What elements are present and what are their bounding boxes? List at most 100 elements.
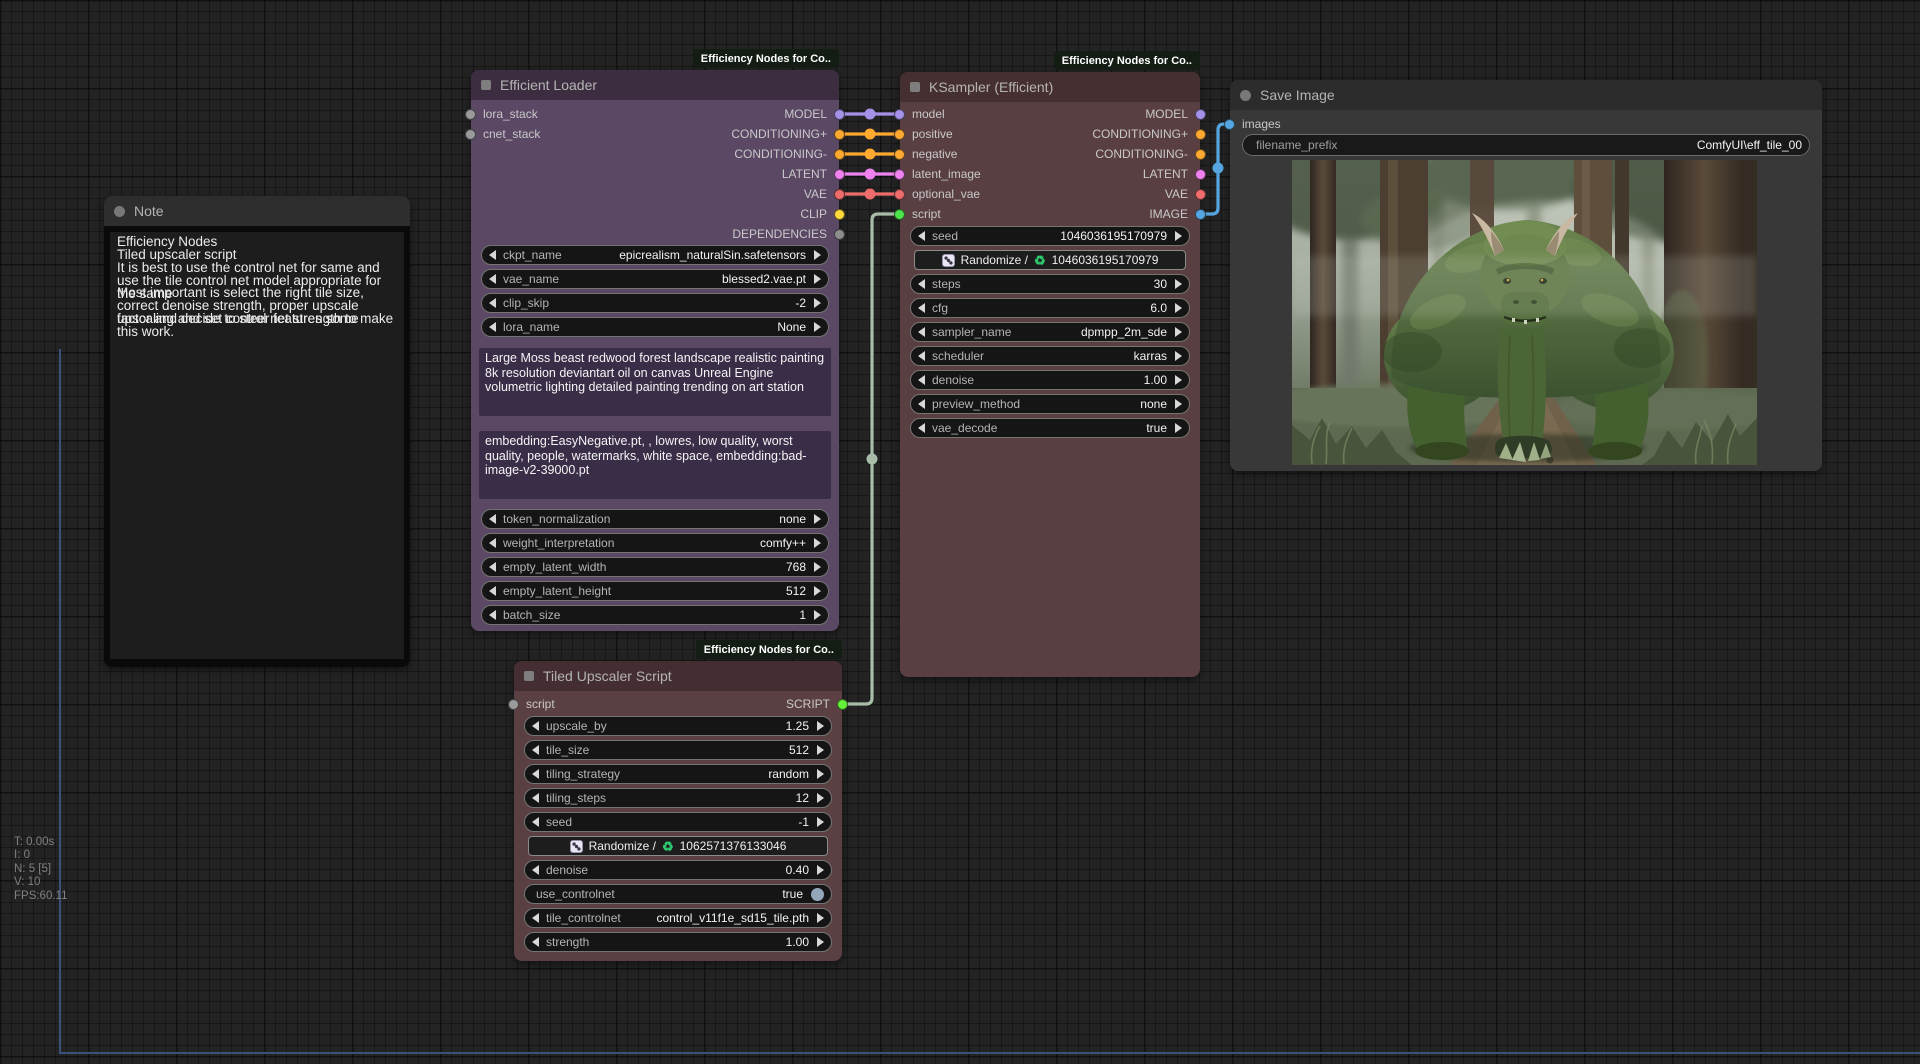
widget-seed[interactable]: seed-1 (524, 812, 832, 832)
widget-steps[interactable]: steps30 (910, 274, 1190, 294)
decrement-arrow-icon[interactable] (532, 937, 539, 947)
increment-arrow-icon[interactable] (1175, 351, 1182, 361)
decrement-arrow-icon[interactable] (918, 279, 925, 289)
widget-empty_latent_width[interactable]: empty_latent_width768 (481, 557, 829, 577)
toggle-knob[interactable] (811, 888, 824, 901)
collapse-square-icon[interactable] (524, 671, 534, 681)
increment-arrow-icon[interactable] (817, 865, 824, 875)
input-port-dot[interactable] (894, 169, 905, 180)
decrement-arrow-icon[interactable] (489, 250, 496, 260)
node-titlebar[interactable]: KSampler (Efficient) (900, 72, 1200, 102)
decrement-arrow-icon[interactable] (489, 514, 496, 524)
collapse-square-icon[interactable] (481, 80, 491, 90)
decrement-arrow-icon[interactable] (532, 745, 539, 755)
decrement-arrow-icon[interactable] (532, 721, 539, 731)
widget-lora_name[interactable]: lora_nameNone (481, 317, 829, 337)
decrement-arrow-icon[interactable] (918, 351, 925, 361)
increment-arrow-icon[interactable] (1175, 231, 1182, 241)
increment-arrow-icon[interactable] (817, 769, 824, 779)
widget-sampler_name[interactable]: sampler_namedpmpp_2m_sde (910, 322, 1190, 342)
increment-arrow-icon[interactable] (814, 562, 821, 572)
widget-clip_skip[interactable]: clip_skip-2 (481, 293, 829, 313)
increment-arrow-icon[interactable] (814, 514, 821, 524)
widget-upscale_by[interactable]: upscale_by1.25 (524, 716, 832, 736)
input-port-dot[interactable] (894, 189, 905, 200)
increment-arrow-icon[interactable] (814, 586, 821, 596)
increment-arrow-icon[interactable] (814, 538, 821, 548)
randomize-button[interactable]: Randomize /♻1062571376133046 (528, 836, 828, 856)
widget-batch_size[interactable]: batch_size1 (481, 605, 829, 625)
widget-weight_interpretation[interactable]: weight_interpretationcomfy++ (481, 533, 829, 553)
decrement-arrow-icon[interactable] (918, 231, 925, 241)
decrement-arrow-icon[interactable] (489, 298, 496, 308)
decrement-arrow-icon[interactable] (918, 327, 925, 337)
widget-scheduler[interactable]: schedulerkarras (910, 346, 1190, 366)
decrement-arrow-icon[interactable] (532, 865, 539, 875)
output-port-dot[interactable] (1195, 149, 1206, 160)
widget-filename_prefix[interactable]: filename_prefixComfyUI\eff_tile_00 (1242, 134, 1810, 156)
widget-denoise[interactable]: denoise0.40 (524, 860, 832, 880)
widget-seed[interactable]: seed1046036195170979 (910, 226, 1190, 246)
widget-tiling_strategy[interactable]: tiling_strategyrandom (524, 764, 832, 784)
output-port-dot[interactable] (834, 229, 845, 240)
increment-arrow-icon[interactable] (1175, 279, 1182, 289)
increment-arrow-icon[interactable] (1175, 423, 1182, 433)
input-port-dot[interactable] (894, 129, 905, 140)
output-port-dot[interactable] (1195, 169, 1206, 180)
widget-use_controlnet[interactable]: use_controlnettrue (524, 884, 832, 904)
output-port-dot[interactable] (1195, 189, 1206, 200)
widget-token_normalization[interactable]: token_normalizationnone (481, 509, 829, 529)
output-port-dot[interactable] (834, 169, 845, 180)
input-port-dot[interactable] (1224, 119, 1235, 130)
node-titlebar[interactable]: Save Image (1230, 80, 1822, 110)
increment-arrow-icon[interactable] (817, 745, 824, 755)
widget-vae_name[interactable]: vae_nameblessed2.vae.pt (481, 269, 829, 289)
increment-arrow-icon[interactable] (1175, 303, 1182, 313)
decrement-arrow-icon[interactable] (532, 817, 539, 827)
increment-arrow-icon[interactable] (1175, 399, 1182, 409)
decrement-arrow-icon[interactable] (918, 303, 925, 313)
decrement-arrow-icon[interactable] (489, 586, 496, 596)
widget-vae_decode[interactable]: vae_decodetrue (910, 418, 1190, 438)
widget-preview_method[interactable]: preview_methodnone (910, 394, 1190, 414)
decrement-arrow-icon[interactable] (489, 322, 496, 332)
increment-arrow-icon[interactable] (814, 610, 821, 620)
note-text-area[interactable]: Efficiency Nodes Tiled upscaler script I… (110, 232, 404, 659)
widget-tile_size[interactable]: tile_size512 (524, 740, 832, 760)
output-port-dot[interactable] (834, 149, 845, 160)
increment-arrow-icon[interactable] (817, 937, 824, 947)
increment-arrow-icon[interactable] (817, 793, 824, 803)
collapse-circle-icon[interactable] (114, 206, 125, 217)
randomize-button[interactable]: Randomize /♻1046036195170979 (914, 250, 1186, 270)
increment-arrow-icon[interactable] (817, 721, 824, 731)
decrement-arrow-icon[interactable] (489, 274, 496, 284)
output-port-dot[interactable] (1195, 109, 1206, 120)
decrement-arrow-icon[interactable] (489, 610, 496, 620)
decrement-arrow-icon[interactable] (532, 913, 539, 923)
input-port-dot[interactable] (894, 109, 905, 120)
node-titlebar[interactable]: Note (104, 196, 410, 226)
node-titlebar[interactable]: Efficient Loader (471, 70, 839, 100)
widget-ckpt_name[interactable]: ckpt_nameepicrealism_naturalSin.safetens… (481, 245, 829, 265)
widget-denoise[interactable]: denoise1.00 (910, 370, 1190, 390)
widget-tile_controlnet[interactable]: tile_controlnetcontrol_v11f1e_sd15_tile.… (524, 908, 832, 928)
negative-prompt-textarea[interactable]: embedding:EasyNegative.pt, , lowres, low… (479, 431, 831, 499)
collapse-square-icon[interactable] (910, 82, 920, 92)
increment-arrow-icon[interactable] (1175, 375, 1182, 385)
output-port-dot[interactable] (837, 699, 848, 710)
decrement-arrow-icon[interactable] (489, 562, 496, 572)
decrement-arrow-icon[interactable] (918, 423, 925, 433)
decrement-arrow-icon[interactable] (532, 769, 539, 779)
input-port-dot[interactable] (508, 699, 519, 710)
increment-arrow-icon[interactable] (1175, 327, 1182, 337)
output-port-dot[interactable] (1195, 129, 1206, 140)
increment-arrow-icon[interactable] (817, 913, 824, 923)
input-port-dot[interactable] (894, 209, 905, 220)
widget-empty_latent_height[interactable]: empty_latent_height512 (481, 581, 829, 601)
increment-arrow-icon[interactable] (817, 817, 824, 827)
increment-arrow-icon[interactable] (814, 298, 821, 308)
output-port-dot[interactable] (834, 129, 845, 140)
decrement-arrow-icon[interactable] (532, 793, 539, 803)
output-port-dot[interactable] (834, 209, 845, 220)
positive-prompt-textarea[interactable]: Large Moss beast redwood forest landscap… (479, 348, 831, 416)
